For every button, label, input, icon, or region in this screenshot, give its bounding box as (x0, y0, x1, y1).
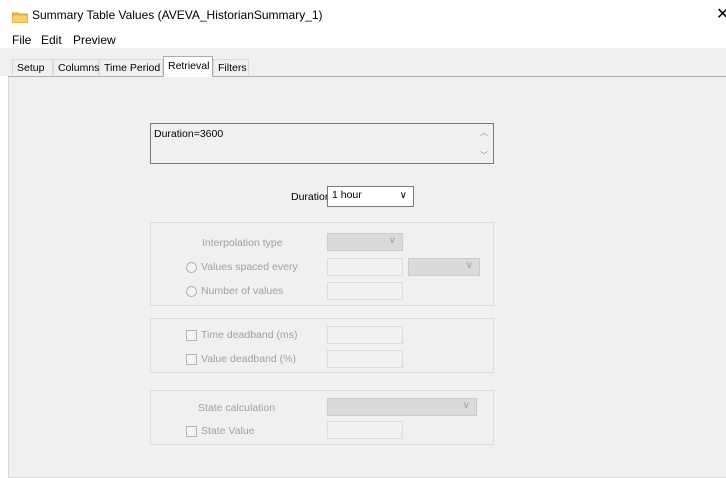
chevron-down-icon: ∨ (462, 400, 470, 411)
value-deadband-checkbox[interactable] (186, 354, 197, 365)
interpolation-type-select[interactable]: ∨ (327, 233, 403, 251)
values-spaced-radio[interactable] (186, 262, 197, 273)
chevron-down-icon: ∨ (399, 190, 407, 201)
duration-select[interactable]: 1 hour ∨ (327, 186, 414, 207)
menu-edit[interactable]: Edit (41, 33, 62, 47)
menu-preview[interactable]: Preview (73, 33, 116, 47)
duration-label: Duration (291, 191, 331, 203)
time-deadband-checkbox[interactable] (186, 330, 197, 341)
chevron-down-icon: ∨ (388, 235, 396, 246)
query-textarea[interactable]: Duration=3600 (150, 123, 494, 164)
state-calculation-label: State calculation (198, 402, 276, 414)
duration-value: 1 hour (332, 189, 362, 201)
state-value-input[interactable] (327, 421, 403, 439)
value-deadband-label: Value deadband (%) (201, 353, 296, 365)
state-value-checkbox[interactable] (186, 426, 197, 437)
time-deadband-input[interactable] (327, 326, 403, 344)
state-value-label: State Value (201, 425, 255, 437)
number-of-values-input[interactable] (327, 282, 403, 300)
tab-filters[interactable]: Filters (213, 59, 249, 75)
value-deadband-input[interactable] (327, 350, 403, 368)
window-title: Summary Table Values (AVEVA_HistorianSum… (32, 8, 323, 22)
state-calculation-select[interactable]: ∨ (327, 398, 477, 416)
tab-columns[interactable]: Columns (53, 59, 99, 75)
time-deadband-label: Time deadband (ms) (201, 329, 298, 341)
close-icon[interactable]: ✕ (716, 4, 726, 24)
menu-file[interactable]: File (12, 33, 31, 47)
tab-retrieval[interactable]: Retrieval (163, 56, 213, 77)
scroll-down-icon[interactable]: ﹀ (480, 150, 488, 161)
tab-setup[interactable]: Setup (12, 59, 53, 75)
number-of-values-label: Number of values (201, 285, 284, 297)
interpolation-type-label: Interpolation type (202, 237, 283, 249)
values-spaced-label: Values spaced every (201, 261, 298, 273)
values-spaced-input[interactable] (327, 258, 403, 276)
values-spaced-unit-select[interactable]: ∨ (408, 258, 480, 276)
chevron-down-icon: ∨ (465, 260, 473, 271)
number-of-values-radio[interactable] (186, 286, 197, 297)
tab-time-period[interactable]: Time Period (99, 59, 163, 75)
folder-icon (12, 12, 28, 23)
scroll-up-icon[interactable]: ︿ (480, 127, 488, 138)
